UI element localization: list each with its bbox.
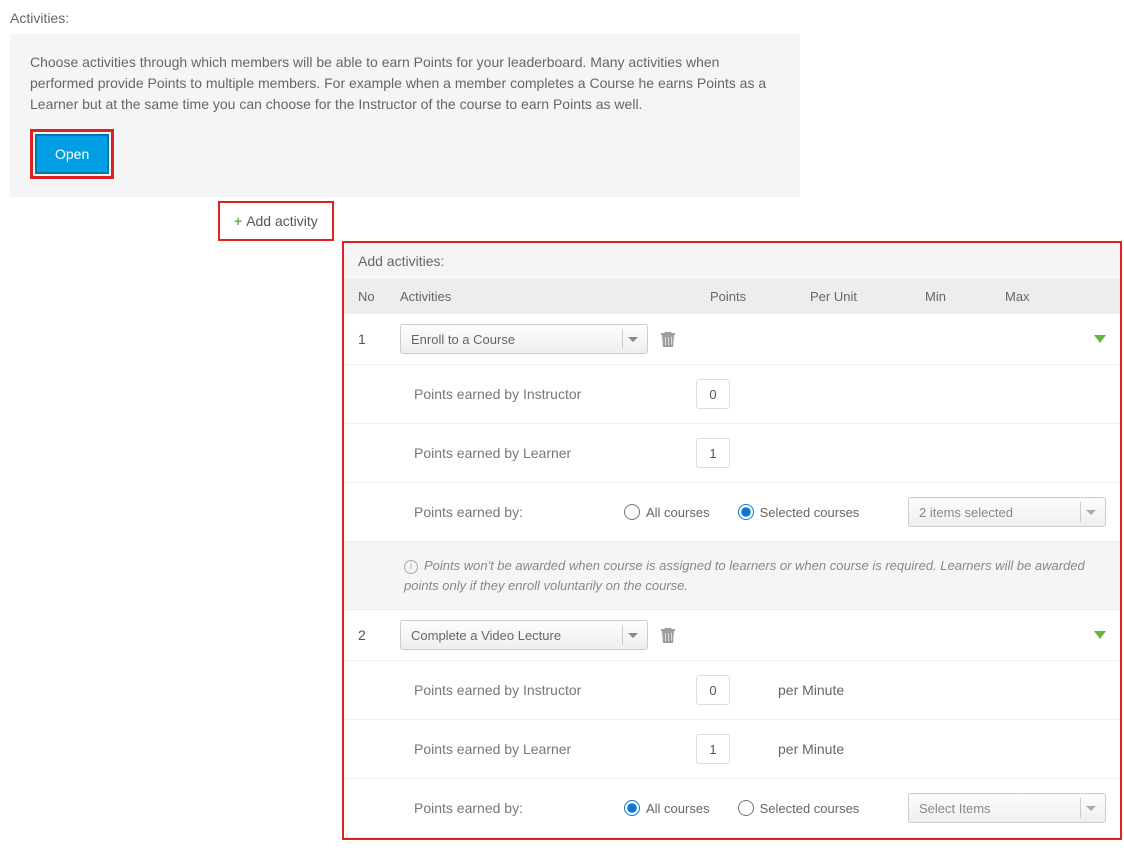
activity-row: 2 Complete a Video Lecture	[344, 610, 1120, 661]
activities-description: Choose activities through which members …	[30, 52, 780, 115]
activity-type-dropdown[interactable]: Enroll to a Course	[400, 324, 648, 354]
points-scope-label: Points earned by:	[414, 800, 624, 816]
activity-type-label: Enroll to a Course	[411, 332, 515, 347]
all-courses-radio[interactable]: All courses	[624, 504, 710, 520]
info-icon: i	[404, 560, 418, 574]
points-learner-input[interactable]	[696, 734, 730, 764]
per-unit-label: per Minute	[778, 682, 844, 698]
expand-icon[interactable]	[1094, 335, 1106, 343]
activity-type-label: Complete a Video Lecture	[411, 628, 561, 643]
activities-info-box: Choose activities through which members …	[10, 34, 800, 197]
add-activity-highlight: +Add activity	[218, 201, 334, 241]
activities-label: Activities:	[10, 10, 1114, 26]
all-courses-radio-label: All courses	[646, 505, 710, 520]
selected-courses-radio-label: Selected courses	[760, 801, 860, 816]
points-learner-label: Points earned by Learner	[414, 741, 696, 757]
points-scope-label: Points earned by:	[414, 504, 624, 520]
panel-title: Add activities:	[344, 243, 1120, 279]
activity-row: 1 Enroll to a Course	[344, 314, 1120, 365]
activity-note: iPoints won't be awarded when course is …	[344, 542, 1120, 610]
selected-courses-radio-input[interactable]	[738, 504, 754, 520]
expand-icon[interactable]	[1094, 631, 1106, 639]
points-instructor-label: Points earned by Instructor	[414, 386, 696, 402]
activities-panel-highlight: Add activities: No Activities Points Per…	[342, 241, 1122, 840]
points-instructor-row: Points earned by Instructor	[344, 365, 1120, 424]
activity-note-text: Points won't be awarded when course is a…	[404, 558, 1085, 593]
points-instructor-label: Points earned by Instructor	[414, 682, 696, 698]
points-instructor-input[interactable]	[696, 675, 730, 705]
per-unit-label: per Minute	[778, 741, 844, 757]
all-courses-radio[interactable]: All courses	[624, 800, 710, 816]
points-instructor-row: Points earned by Instructor per Minute	[344, 661, 1120, 720]
selected-courses-radio-input[interactable]	[738, 800, 754, 816]
course-selector-dropdown[interactable]: 2 items selected	[908, 497, 1106, 527]
all-courses-radio-input[interactable]	[624, 800, 640, 816]
points-instructor-input[interactable]	[696, 379, 730, 409]
points-learner-label: Points earned by Learner	[414, 445, 696, 461]
activity-no: 2	[358, 627, 400, 643]
all-courses-radio-input[interactable]	[624, 504, 640, 520]
col-points: Points	[710, 289, 810, 304]
trash-icon[interactable]	[660, 626, 676, 644]
all-courses-radio-label: All courses	[646, 801, 710, 816]
plus-icon: +	[234, 213, 242, 229]
course-selector-label: Select Items	[919, 801, 991, 816]
activity-type-dropdown[interactable]: Complete a Video Lecture	[400, 620, 648, 650]
activity-no: 1	[358, 331, 400, 347]
selected-courses-radio[interactable]: Selected courses	[738, 800, 860, 816]
col-per-unit: Per Unit	[810, 289, 925, 304]
col-activities: Activities	[400, 289, 710, 304]
col-max: Max	[1005, 289, 1106, 304]
course-selector-dropdown[interactable]: Select Items	[908, 793, 1106, 823]
trash-icon[interactable]	[660, 330, 676, 348]
selected-courses-radio-label: Selected courses	[760, 505, 860, 520]
col-min: Min	[925, 289, 1005, 304]
course-selector-label: 2 items selected	[919, 505, 1013, 520]
open-button[interactable]: Open	[35, 134, 109, 174]
points-learner-row: Points earned by Learner per Minute	[344, 720, 1120, 779]
points-scope-row: Points earned by: All courses Selected c…	[344, 483, 1120, 542]
selected-courses-radio[interactable]: Selected courses	[738, 504, 860, 520]
add-activity-link[interactable]: +Add activity	[234, 213, 318, 229]
points-scope-row: Points earned by: All courses Selected c…	[344, 779, 1120, 838]
col-no: No	[358, 289, 400, 304]
points-learner-input[interactable]	[696, 438, 730, 468]
points-learner-row: Points earned by Learner	[344, 424, 1120, 483]
column-headers: No Activities Points Per Unit Min Max	[344, 279, 1120, 314]
open-button-highlight: Open	[30, 129, 114, 179]
add-activity-label: Add activity	[246, 213, 318, 229]
